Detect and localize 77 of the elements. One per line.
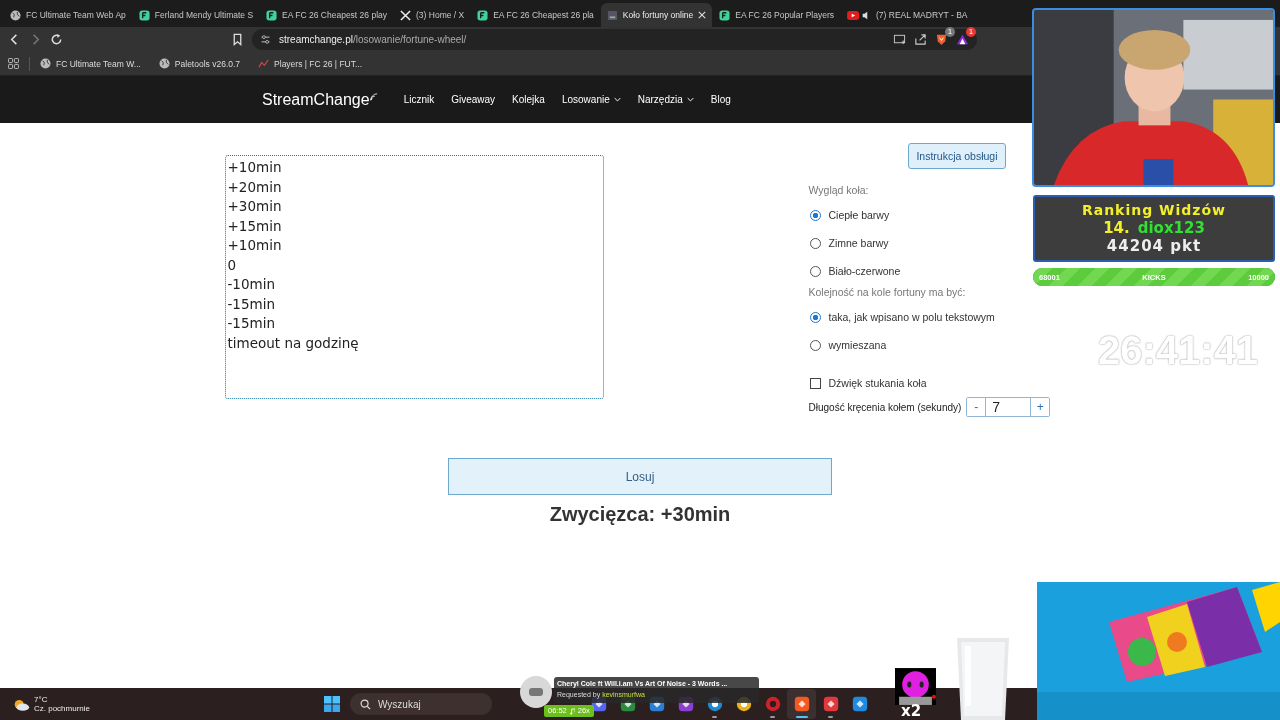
weather-text: Cz. pochmurnie	[34, 704, 92, 713]
sound-checkbox[interactable]: Dźwięk stukania koła	[808, 369, 927, 397]
browser-tab[interactable]: EA FC 26 Cheapest 26 play	[260, 3, 393, 27]
share-icon[interactable]	[914, 33, 927, 46]
address-bar[interactable]: streamchange.pl/losowanie/fortune-wheel/ 1 1	[252, 29, 977, 50]
tab-title: EA FC 26 Cheapest 26 play	[282, 10, 387, 20]
site-icon	[138, 9, 150, 21]
bookmark[interactable]: Players | FC 26 | FUT...	[258, 58, 363, 69]
site-icon	[266, 9, 278, 21]
globe-icon	[158, 58, 170, 69]
notification-badge: 1	[966, 27, 976, 37]
bookmark[interactable]: Paletools v26.0.7	[158, 58, 241, 69]
screen-capture-icon[interactable]	[893, 33, 906, 46]
windows-start-icon[interactable]	[324, 696, 340, 712]
browser-tab[interactable]: EA FC 26 Popular Players	[713, 3, 841, 27]
points-text: 44204 pkt	[1106, 236, 1202, 255]
x-logo-icon	[400, 9, 411, 21]
viewer-name: diox123	[1137, 218, 1205, 237]
nav-link[interactable]: Blog	[710, 94, 731, 105]
bookmark[interactable]: FC Ultimate Team W...	[40, 58, 141, 69]
url-text: streamchange.pl/losowanie/fortune-wheel/	[279, 34, 467, 45]
nav-link[interactable]: Kolejka	[512, 94, 545, 105]
lion-shield-icon[interactable]	[935, 33, 948, 46]
tab-title: Ferland Mendy Ultimate S	[154, 10, 254, 20]
taskbar-app-icon[interactable]	[787, 689, 816, 719]
tab-title: EA FC 26 Cheapest 26 pla	[493, 10, 594, 20]
temperature-text: 7°C	[34, 695, 49, 704]
site-logo[interactable]: StreamChange	[262, 90, 378, 109]
browser-tab[interactable]: EA FC 26 Cheapest 26 pla	[471, 3, 600, 27]
close-icon[interactable]	[698, 11, 707, 19]
music-note-icon	[569, 707, 575, 715]
chart-line-icon	[258, 58, 270, 69]
triangle-icon[interactable]	[956, 33, 969, 46]
globe-icon	[40, 58, 51, 69]
reload-icon[interactable]	[50, 33, 63, 46]
globe-icon	[10, 9, 21, 21]
multiplier-text: x2	[901, 702, 922, 720]
instructions-button[interactable]: Instrukcja obsługi	[908, 143, 1006, 169]
duration-label: Długość kręcenia kołem (sekundy)	[808, 401, 962, 413]
duration-field[interactable]: 7	[985, 398, 1032, 416]
notification-badge: 1	[945, 27, 955, 37]
browser-tab[interactable]: (7) REAL MADRYT - BA	[841, 3, 974, 27]
nav-link[interactable]: Narzędzia	[637, 94, 694, 105]
nav-link[interactable]: Losowanie	[561, 94, 621, 105]
radio-option[interactable]: Biało-czerwone	[808, 257, 901, 285]
tab-title: Koło fortuny online	[622, 10, 694, 20]
tab-title: (3) Home / X	[416, 10, 465, 20]
duration-stepper[interactable]: - 7 +	[966, 397, 1051, 417]
radio-option[interactable]: taka, jak wpisano w polu tekstowym	[808, 303, 995, 331]
draw-button[interactable]: Losuj	[448, 458, 832, 495]
site-icon	[719, 9, 731, 21]
group-label: Wygląd koła:	[808, 184, 870, 196]
winner-text: Zwycięzca: +30min	[549, 503, 731, 526]
site-settings-icon[interactable]	[260, 34, 271, 45]
nav-link[interactable]: Licznik	[403, 94, 435, 105]
browser-tab[interactable]: Koło fortuny online	[600, 3, 713, 27]
browser-tab[interactable]: Ferland Mendy Ultimate S	[132, 3, 260, 27]
group-label: Kolejność na kole fortuny ma być:	[808, 286, 967, 298]
rank-number: 14.	[1103, 218, 1130, 237]
browser-tab[interactable]: FC Ultimate Team Web Ap	[4, 3, 132, 27]
taskbar-search-field[interactable]: Wyszukaj	[350, 693, 492, 715]
tab-title: FC Ultimate Team Web Ap	[26, 10, 126, 20]
ranking-title: Ranking Widzów	[1081, 202, 1227, 219]
tab-title: (7) REAL MADRYT - BA	[876, 10, 968, 20]
site-icon	[477, 9, 489, 21]
radio-option[interactable]: Ciepłe barwy	[808, 201, 890, 229]
tab-title: EA FC 26 Popular Players	[735, 10, 835, 20]
signal-icon	[369, 92, 378, 101]
search-icon	[360, 698, 371, 710]
browser-tab[interactable]: (3) Home / X	[394, 3, 471, 27]
apps-grid-icon[interactable]	[8, 58, 19, 69]
nav-link[interactable]: Giveaway	[451, 94, 496, 105]
entries-text-area[interactable]: +10min +20min +30min +15min +10min 0 -10min -15min -15min timeout na godzinę	[224, 155, 604, 399]
radio-option[interactable]: wymieszana	[808, 331, 887, 359]
radio-option[interactable]: Zimne barwy	[808, 229, 889, 257]
page-icon	[606, 9, 618, 21]
bookmark-icon[interactable]	[231, 33, 244, 46]
